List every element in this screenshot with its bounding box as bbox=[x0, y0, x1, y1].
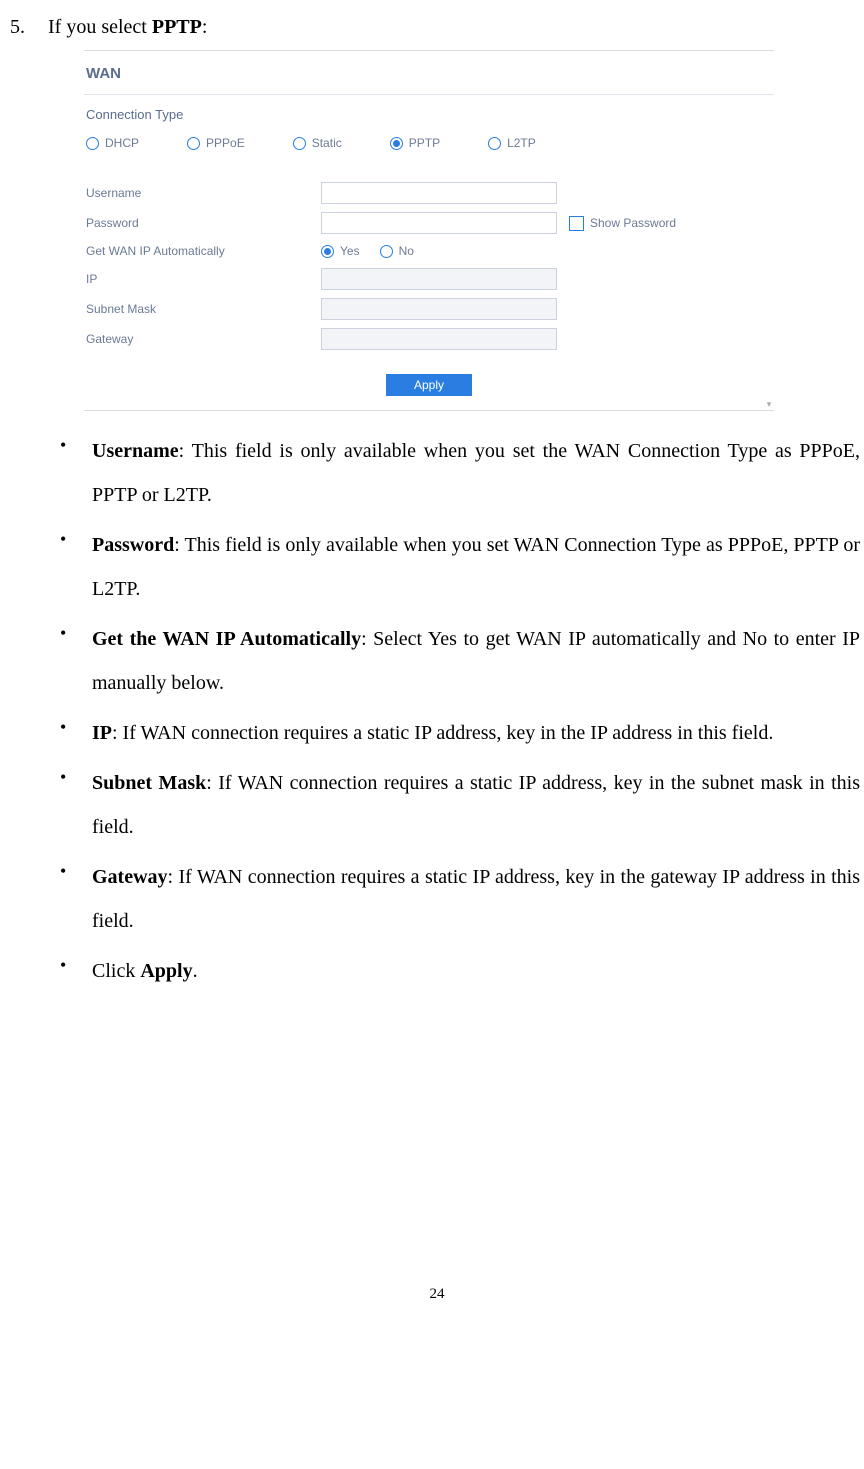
list-item: Subnet Mask: If WAN connection requires … bbox=[60, 761, 864, 849]
password-label: Password bbox=[86, 214, 321, 232]
password-input[interactable] bbox=[321, 212, 557, 234]
list-item: IP: If WAN connection requires a static … bbox=[60, 711, 864, 755]
subnet-input[interactable] bbox=[321, 298, 557, 320]
gateway-row: Gateway bbox=[84, 324, 774, 354]
get-wan-ip-label: Get WAN IP Automatically bbox=[86, 242, 321, 260]
router-config-screenshot: WAN Connection Type DHCP PPPoE Static PPTP L… bbox=[84, 50, 774, 411]
username-input[interactable] bbox=[321, 182, 557, 204]
radio-icon bbox=[380, 245, 393, 258]
connection-type-dhcp[interactable]: DHCP bbox=[86, 134, 139, 152]
ip-row: IP bbox=[84, 264, 774, 294]
ip-input[interactable] bbox=[321, 268, 557, 290]
list-item: Password: This field is only available w… bbox=[60, 523, 864, 611]
username-row: Username bbox=[84, 178, 774, 208]
gateway-label: Gateway bbox=[86, 330, 321, 348]
show-password-checkbox[interactable] bbox=[569, 216, 584, 231]
username-label: Username bbox=[86, 184, 321, 202]
page-number: 24 bbox=[10, 1283, 864, 1306]
step-text: If you select PPTP: bbox=[48, 12, 207, 42]
get-wan-yes-radio[interactable]: Yes bbox=[321, 242, 360, 260]
connection-type-pptp[interactable]: PPTP bbox=[390, 134, 440, 152]
radio-icon bbox=[187, 137, 200, 150]
radio-icon bbox=[321, 245, 334, 258]
connection-type-l2tp[interactable]: L2TP bbox=[488, 134, 536, 152]
description-list: Username: This field is only available w… bbox=[60, 429, 864, 993]
password-row: Password Show Password bbox=[84, 208, 774, 238]
radio-icon bbox=[488, 137, 501, 150]
list-item: Gateway: If WAN connection requires a st… bbox=[60, 855, 864, 943]
subnet-label: Subnet Mask bbox=[86, 300, 321, 318]
gateway-input[interactable] bbox=[321, 328, 557, 350]
apply-button[interactable]: Apply bbox=[386, 374, 472, 396]
connection-type-static[interactable]: Static bbox=[293, 134, 342, 152]
step-number: 5. bbox=[10, 12, 34, 42]
show-password-label: Show Password bbox=[590, 214, 676, 232]
list-item: Click Apply. bbox=[60, 949, 864, 993]
list-item: Get the WAN IP Automatically: Select Yes… bbox=[60, 617, 864, 705]
radio-icon bbox=[293, 137, 306, 150]
step-5-instruction: 5. If you select PPTP: bbox=[10, 12, 864, 42]
get-wan-no-radio[interactable]: No bbox=[380, 242, 414, 260]
scroll-down-icon[interactable]: ▾ bbox=[764, 398, 774, 410]
radio-icon bbox=[390, 137, 403, 150]
connection-type-label: Connection Type bbox=[84, 95, 774, 131]
get-wan-ip-row: Get WAN IP Automatically Yes No bbox=[84, 238, 774, 264]
connection-type-radios: DHCP PPPoE Static PPTP L2TP bbox=[84, 130, 774, 164]
ip-label: IP bbox=[86, 270, 321, 288]
list-item: Username: This field is only available w… bbox=[60, 429, 864, 517]
radio-icon bbox=[86, 137, 99, 150]
connection-type-pppoe[interactable]: PPPoE bbox=[187, 134, 245, 152]
subnet-row: Subnet Mask bbox=[84, 294, 774, 324]
wan-title: WAN bbox=[84, 51, 774, 95]
